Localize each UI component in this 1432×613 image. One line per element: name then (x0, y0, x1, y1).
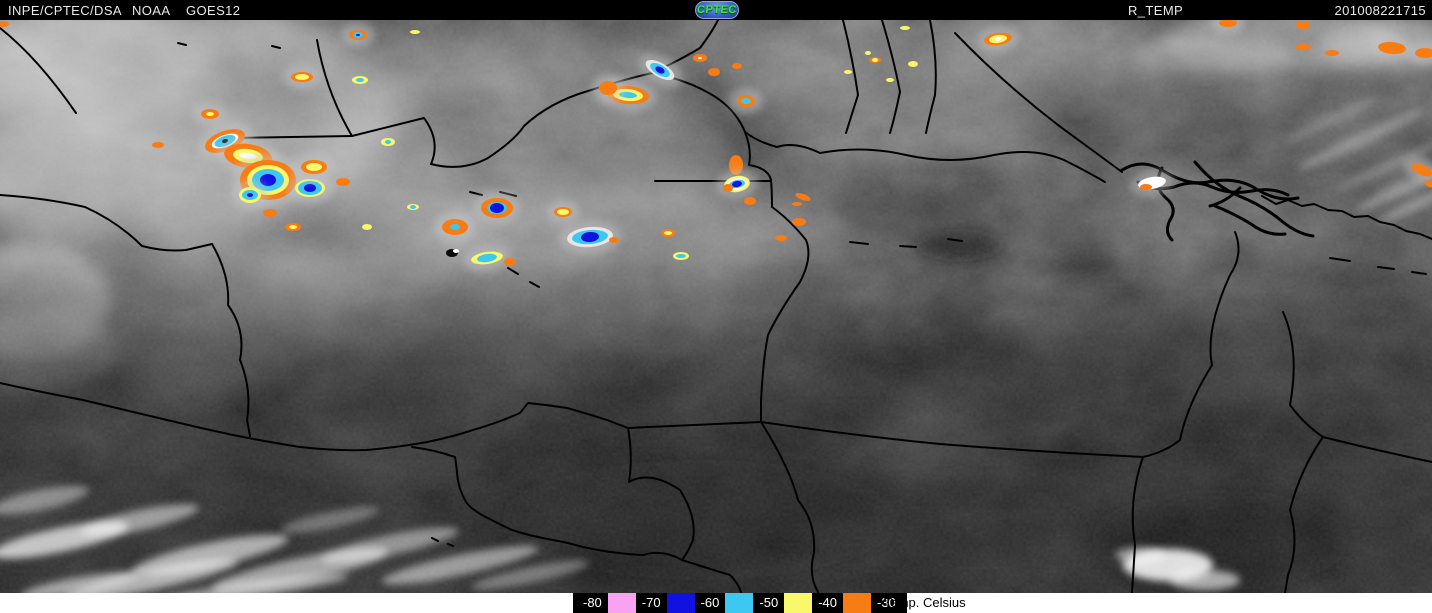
convection-cell (362, 224, 372, 230)
cptec-logo-text: CPTEC (696, 4, 738, 16)
convection-cell (708, 68, 720, 76)
product-label: R_TEMP (1128, 3, 1184, 18)
convection-cell (908, 61, 918, 67)
satellite-image (0, 20, 1432, 593)
convection-cell (1140, 184, 1152, 190)
legend-swatch (725, 593, 754, 613)
convection-cell (886, 78, 894, 82)
legend-swatch (666, 593, 695, 613)
convection-cell (341, 23, 375, 47)
convection-cell (792, 202, 802, 206)
convection-cell (900, 26, 910, 30)
convection-cell (792, 218, 806, 226)
convection-cell (729, 88, 763, 114)
convection-cell (1295, 44, 1311, 50)
convection-cell (732, 63, 742, 69)
convection-cell (744, 197, 756, 205)
convection-cell (865, 51, 871, 55)
convection-cell (381, 138, 395, 146)
convection-cell (407, 204, 419, 210)
footer-bar: -80 -70 -60 -50 -40 -30 Temp. Celsius (0, 593, 1432, 613)
convection-cell (336, 178, 350, 186)
convection-cell (434, 212, 476, 242)
convection-cell (844, 70, 852, 74)
convection-cell (473, 191, 521, 225)
convection-cell (453, 249, 459, 253)
legend-label: -80 (583, 595, 602, 610)
convection-cell (609, 237, 619, 243)
convection-cell (504, 258, 516, 266)
satellite-label: GOES12 (186, 3, 241, 18)
header-bar: INPE/CPTEC/DSA NOAA GOES12 CPTEC R_TEMP … (0, 0, 1432, 20)
convection-cell (775, 235, 787, 241)
convection-cell (285, 223, 301, 231)
convection-cell (152, 142, 164, 148)
convection-cell (283, 65, 321, 89)
network-label: NOAA (132, 3, 171, 18)
legend-swatch (842, 593, 871, 613)
legend-title: Temp. Celsius (884, 595, 966, 610)
satellite-product-page: INPE/CPTEC/DSA NOAA GOES12 CPTEC R_TEMP … (0, 0, 1432, 613)
convection-cell (231, 180, 269, 210)
cptec-logo: CPTEC (695, 1, 739, 19)
convection-cell (546, 200, 580, 224)
legend-swatch (784, 593, 813, 613)
convection-cell (661, 229, 675, 237)
legend-swatch (607, 593, 636, 613)
convection-cell (193, 102, 227, 126)
convection-cell (293, 153, 335, 181)
convection-cell (352, 76, 368, 84)
convection-cell (723, 184, 733, 192)
legend-label: -60 (700, 595, 720, 610)
convection-cell (1325, 50, 1339, 56)
legend-label: -70 (641, 595, 661, 610)
convection-cell (1296, 21, 1310, 29)
convection-cell (410, 30, 420, 34)
timestamp-label: 201008221715 (1334, 3, 1426, 18)
convection-cell (869, 57, 881, 63)
legend-label: -40 (818, 595, 837, 610)
legend-label: -50 (759, 595, 779, 610)
convection-cell (693, 54, 707, 62)
convection-cell (591, 74, 625, 102)
agency-label: INPE/CPTEC/DSA (8, 3, 122, 18)
convection-cell (673, 252, 689, 260)
temperature-legend: -80 -70 -60 -50 -40 -30 (573, 593, 907, 613)
convection-cell (263, 209, 277, 217)
